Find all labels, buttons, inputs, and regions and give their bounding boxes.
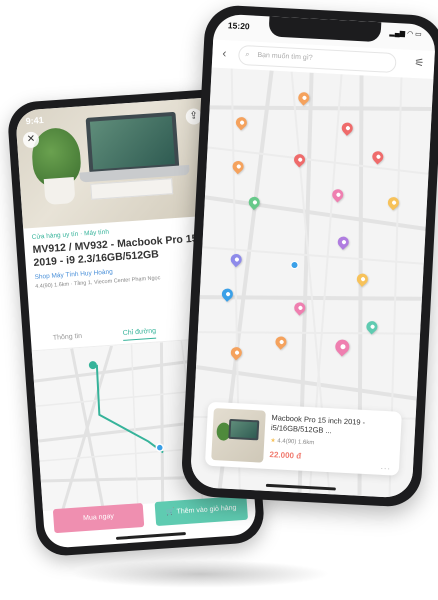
tab-info[interactable]: Thông tin (53, 333, 83, 342)
box-decoration (90, 178, 174, 200)
pot-decoration (43, 176, 76, 206)
map-search-phone: 15:20 ▂▄▆ ◠ ▭ ‹ ⌕ Bạn muốn tìm gì? ⚟ Mac… (180, 4, 438, 508)
product-thumbnail (211, 408, 266, 463)
filter-icon[interactable]: ⚟ (414, 56, 425, 70)
add-to-cart-button[interactable]: 🛒 Thêm vào giỏ hàng (154, 495, 249, 527)
map-search-screen: 15:20 ▂▄▆ ◠ ▭ ‹ ⌕ Bạn muốn tìm gì? ⚟ Mac… (189, 13, 437, 499)
phones-shadow (70, 560, 330, 588)
buy-now-button[interactable]: Mua ngay (52, 502, 145, 534)
product-card[interactable]: Macbook Pro 15 inch 2019 - i5/16GB/512GB… (204, 401, 402, 476)
search-input[interactable]: ⌕ Bạn muốn tìm gì? (237, 44, 397, 74)
product-card-price: 22.000 đ (269, 450, 302, 461)
search-placeholder: Bạn muốn tìm gì? (257, 51, 313, 62)
search-icon: ⌕ (245, 51, 250, 59)
buy-now-label: Mua ngay (82, 513, 115, 523)
route-line (95, 364, 164, 454)
status-time: 15:20 (227, 20, 250, 32)
home-indicator (115, 532, 186, 540)
current-location-dot (155, 443, 165, 452)
product-card-rating: ★ 4.4(90) 1.6km (270, 438, 315, 447)
back-arrow-icon[interactable]: ‹ (222, 46, 227, 60)
more-icon[interactable]: ... (380, 461, 391, 472)
tab-directions[interactable]: Chỉ đường (122, 327, 157, 341)
status-time: 9:41 (25, 114, 45, 127)
origin-pin (88, 361, 97, 370)
status-icons: ▂▄▆ ◠ ▭ (389, 29, 422, 39)
product-card-title: Macbook Pro 15 inch 2019 - i5/16GB/512GB… (270, 413, 366, 436)
add-to-cart-label: Thêm vào giỏ hàng (176, 504, 237, 516)
